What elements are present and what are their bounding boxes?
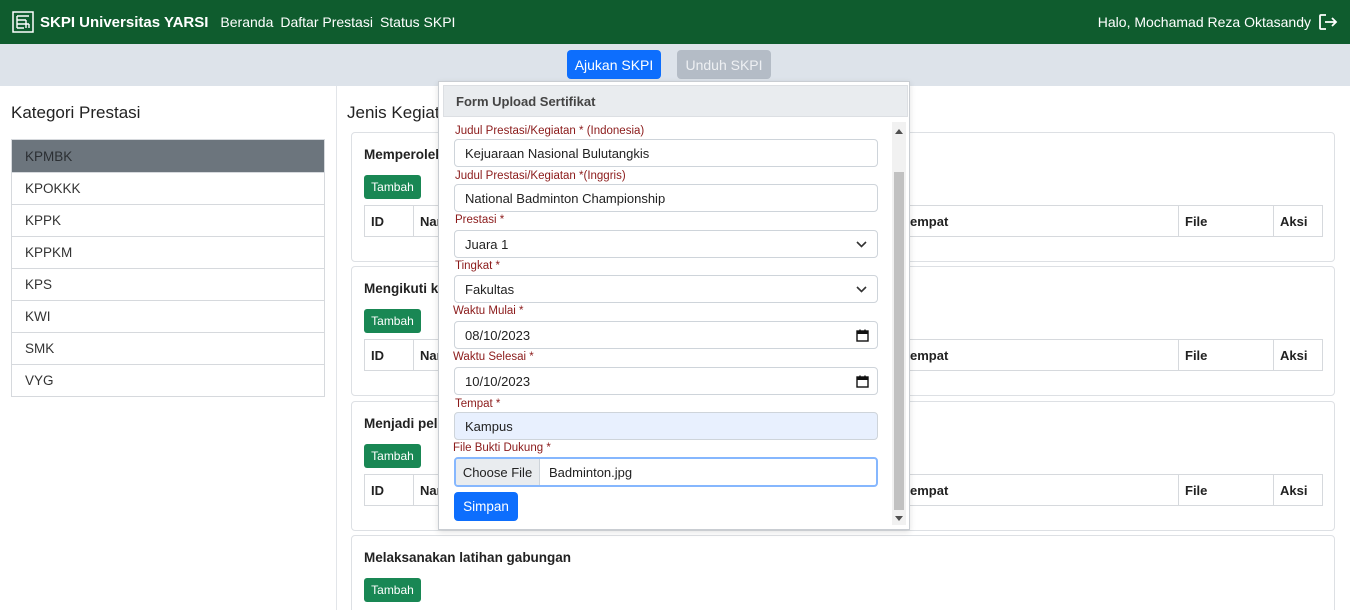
nav-link-status-skpi[interactable]: Status SKPI (380, 14, 455, 30)
user-greeting: Halo, Mochamad Reza Oktasandy (1097, 14, 1311, 30)
tingkat-value: Fakultas (465, 281, 515, 297)
sidebar: Kategori Prestasi KPMBK KPOKKK KPPK KPPK… (0, 86, 337, 610)
prestasi-value: Juara 1 (465, 236, 509, 252)
card-title: Memperoleh (364, 147, 444, 162)
card-title: Menjadi pel (364, 416, 438, 431)
action-strip: Ajukan SKPI Unduh SKPI (0, 44, 1350, 86)
file-name: Badminton.jpg (549, 464, 633, 480)
col-id: ID (371, 213, 384, 229)
activity-card: Melaksanakan latihan gabungan Tambah (351, 535, 1335, 610)
modal-scrollbar[interactable] (892, 122, 906, 525)
sidebar-item-kwi[interactable]: KWI (12, 300, 324, 332)
col-tempat: empat (903, 206, 1178, 236)
sidebar-item-kps[interactable]: KPS (12, 268, 324, 300)
unduh-skpi-button[interactable]: Unduh SKPI (677, 50, 771, 79)
prestasi-select[interactable]: Juara 1 (454, 230, 878, 258)
waktu-selesai-value: 10/10/2023 (465, 373, 531, 389)
nav-links: Beranda Daftar Prestasi Status SKPI (220, 14, 462, 30)
waktu-selesai-input[interactable]: 10/10/2023 (454, 367, 878, 395)
col-file: File (1178, 340, 1273, 370)
scroll-up-icon[interactable] (895, 129, 903, 134)
label-tempat: Tempat * (455, 398, 501, 410)
scrollbar-thumb[interactable] (894, 172, 904, 510)
calendar-icon[interactable] (856, 329, 869, 342)
brand[interactable]: SKPI Universitas YARSI (12, 11, 208, 33)
tambah-button[interactable]: Tambah (364, 578, 421, 602)
col-file: File (1178, 206, 1273, 236)
tempat-input[interactable]: Kampus (454, 412, 878, 440)
nav-link-daftar-prestasi[interactable]: Daftar Prestasi (280, 14, 373, 30)
label-judul-inggris: Judul Prestasi/Kegiatan *(Inggris) (455, 170, 626, 182)
col-file: File (1178, 475, 1273, 505)
label-tingkat: Tingkat * (455, 260, 500, 272)
sidebar-item-kpmbk[interactable]: KPMBK (12, 140, 324, 172)
tingkat-select[interactable]: Fakultas (454, 275, 878, 303)
scroll-down-icon[interactable] (895, 516, 903, 521)
upload-modal: Form Upload Sertifikat Judul Prestasi/Ke… (438, 81, 910, 530)
col-id: ID (371, 347, 384, 363)
modal-title: Form Upload Sertifikat (443, 85, 908, 117)
category-list: KPMBK KPOKKK KPPK KPPKM KPS KWI SMK VYG (11, 139, 325, 397)
calendar-icon[interactable] (856, 375, 869, 388)
sidebar-item-kpokkk[interactable]: KPOKKK (12, 172, 324, 204)
nav-link-beranda[interactable]: Beranda (220, 14, 273, 30)
yarsi-logo-icon (12, 11, 34, 33)
tambah-button[interactable]: Tambah (364, 175, 421, 199)
waktu-mulai-value: 08/10/2023 (465, 327, 531, 343)
sidebar-item-smk[interactable]: SMK (12, 332, 324, 364)
sidebar-item-kppkm[interactable]: KPPKM (12, 236, 324, 268)
sidebar-item-vyg[interactable]: VYG (12, 364, 324, 396)
card-title: Mengikuti k (364, 281, 439, 296)
waktu-mulai-input[interactable]: 08/10/2023 (454, 321, 878, 349)
label-waktu-mulai: Waktu Mulai * (453, 305, 524, 317)
judul-inggris-input[interactable]: National Badminton Championship (454, 184, 878, 212)
navbar: SKPI Universitas YARSI Beranda Daftar Pr… (0, 0, 1350, 44)
choose-file-button[interactable]: Choose File (456, 459, 540, 485)
card-title: Melaksanakan latihan gabungan (364, 550, 572, 565)
col-aksi: Aksi (1273, 206, 1322, 236)
ajukan-skpi-button[interactable]: Ajukan SKPI (567, 50, 661, 79)
logout-icon[interactable] (1318, 13, 1338, 31)
chevron-down-icon (856, 240, 867, 248)
sidebar-item-kppk[interactable]: KPPK (12, 204, 324, 236)
col-id: ID (371, 482, 384, 498)
label-prestasi: Prestasi * (455, 214, 505, 226)
col-aksi: Aksi (1273, 340, 1322, 370)
judul-indonesia-input[interactable]: Kejuaraan Nasional Bulutangkis (454, 139, 878, 167)
col-aksi: Aksi (1273, 475, 1322, 505)
col-tempat: empat (903, 475, 1178, 505)
sidebar-title: Kategori Prestasi (11, 103, 141, 122)
chevron-down-icon (856, 285, 867, 293)
brand-title: SKPI Universitas YARSI (40, 13, 209, 31)
tambah-button[interactable]: Tambah (364, 309, 421, 333)
label-waktu-selesai: Waktu Selesai * (453, 351, 534, 363)
user-area: Halo, Mochamad Reza Oktasandy (1098, 0, 1338, 44)
label-file-bukti: File Bukti Dukung * (453, 442, 551, 454)
col-tempat: empat (903, 340, 1178, 370)
simpan-button[interactable]: Simpan (454, 492, 518, 521)
file-bukti-input[interactable]: Choose File Badminton.jpg (454, 457, 878, 487)
label-judul-indonesia: Judul Prestasi/Kegiatan * (Indonesia) (455, 125, 645, 137)
tambah-button[interactable]: Tambah (364, 444, 421, 468)
main-title: Jenis Kegiat (347, 103, 440, 122)
